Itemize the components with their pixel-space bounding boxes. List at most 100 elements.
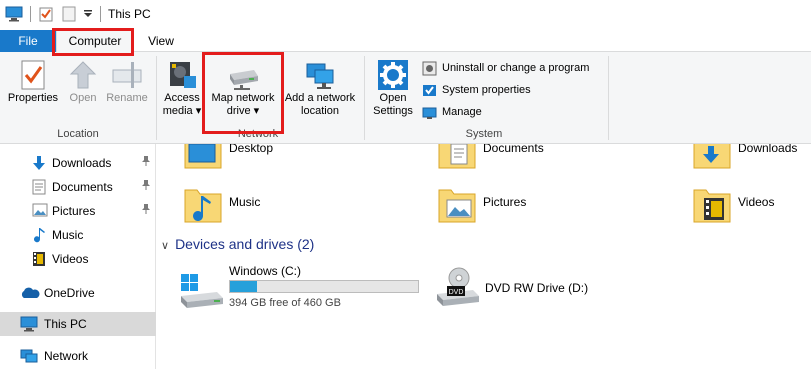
documents-icon [32,179,46,195]
nav-item-label: Documents [52,180,113,194]
cloud-icon [21,287,40,298]
customize-quick-access-icon[interactable] [84,10,92,18]
windows-drive-icon [181,274,223,308]
folder-videos[interactable]: Videos [692,182,811,230]
tab-computer[interactable]: Computer [56,30,134,53]
pictures-folder-icon [438,189,476,223]
collapse-chevron-icon[interactable]: ∨ [161,239,169,252]
nav-item-label: Music [52,228,84,242]
pin-icon[interactable] [141,203,151,215]
tab-view[interactable]: View [138,30,184,52]
folder-downloads[interactable]: Downloads [692,144,811,176]
navigation-pane: Downloads Documents Pictures Music Video… [0,144,156,369]
drive-usage-bar [229,280,419,293]
open-arrow-icon [69,61,97,89]
system-group-label: System [465,128,503,140]
drive-free-space: 394 GB free of 460 GB [229,297,341,309]
nav-item-label: Videos [52,252,89,266]
uninstall-label: Uninstall or change a program [442,62,590,74]
folder-label: Documents [483,144,544,155]
open-button[interactable]: Open [64,58,102,105]
computer-icon [20,316,38,332]
add-network-location-label-1: Add a network [284,92,356,104]
map-network-drive-button[interactable]: Map network drive ▾ [206,58,280,118]
ribbon-tabs: File Computer View [0,30,811,53]
nav-item-network[interactable]: Network [0,344,156,368]
open-settings-label-1: Open [379,92,407,104]
devices-section-header[interactable]: ∨ Devices and drives (2) [161,236,314,252]
documents-folder-icon [438,144,476,169]
network-drive-icon [230,70,258,90]
download-icon [33,156,45,170]
network-icon [20,349,38,363]
map-network-drive-label-2: drive ▾ [226,105,260,117]
folder-label: Downloads [738,144,798,155]
tab-file[interactable]: File [0,30,56,52]
music-folder-icon [184,189,222,223]
open-settings-label-2: Settings [373,105,413,117]
ribbon: Properties Open Rename Location Access m… [0,52,811,144]
rename-button[interactable]: Rename [104,58,150,105]
folder-label: Music [229,195,261,209]
location-group-label: Location [57,128,99,140]
manage-icon [422,107,437,119]
system-properties-label: System properties [442,84,531,96]
pin-icon[interactable] [141,179,151,191]
nav-item-pictures[interactable]: Pictures [0,199,156,223]
nav-item-videos[interactable]: Videos [0,247,156,271]
downloads-folder-icon [693,144,731,169]
folder-music[interactable]: Music [183,182,353,230]
properties-quick-icon[interactable] [38,6,54,22]
drive-usage-fill [230,281,257,292]
system-properties-icon [423,85,436,96]
folder-documents[interactable]: Documents [437,144,607,176]
dvd-drive-icon: DVD [437,267,479,306]
group-separator [608,56,609,140]
drive-d[interactable]: DVD DVD RW Drive (D:) [433,264,633,312]
nav-item-this-pc[interactable]: This PC [0,312,156,336]
gear-icon [378,60,408,90]
quick-access-separator [30,6,31,22]
uninstall-icon [422,61,437,76]
nav-item-label: Network [44,349,89,363]
nav-item-music[interactable]: Music [0,223,156,247]
system-properties-button[interactable]: System properties [422,82,542,100]
group-separator [156,56,157,140]
open-label: Open [69,92,97,104]
folder-desktop[interactable]: Desktop [183,144,353,176]
rename-label: Rename [106,92,148,104]
folder-pictures[interactable]: Pictures [437,182,607,230]
properties-label: Properties [7,92,59,104]
this-pc-icon[interactable] [5,6,23,22]
uninstall-program-button[interactable]: Uninstall or change a program [422,60,606,78]
add-network-location-icon [306,63,334,89]
window-title: This PC [108,7,151,21]
manage-button[interactable]: Manage [422,104,492,122]
folder-label: Pictures [483,195,527,209]
properties-button[interactable]: Properties [4,58,62,105]
folder-label: Desktop [229,144,274,155]
access-media-button[interactable]: Access media ▾ [160,58,204,118]
nav-item-label: Pictures [52,204,96,218]
nav-item-label: OneDrive [44,286,95,300]
videos-icon [33,252,45,266]
add-network-location-label-2: location [301,105,339,117]
drive-name: Windows (C:) [229,264,302,278]
rename-icon [112,62,142,88]
nav-item-documents[interactable]: Documents [0,175,156,199]
nav-item-label: This PC [44,317,87,331]
open-settings-button[interactable]: Open Settings [370,58,416,118]
drive-c[interactable]: Windows (C:) 394 GB free of 460 GB [177,264,427,312]
desktop-folder-icon [184,144,222,169]
nav-item-downloads[interactable]: Downloads [0,151,156,175]
videos-folder-icon [693,189,731,223]
pictures-icon [32,203,48,217]
group-separator [364,56,365,140]
svg-text:DVD: DVD [449,289,464,296]
add-network-location-button[interactable]: Add a network location [282,58,358,118]
new-folder-quick-icon[interactable] [62,6,76,22]
nav-item-onedrive[interactable]: OneDrive [0,281,156,305]
properties-icon [21,60,45,90]
pin-icon[interactable] [141,155,151,167]
title-separator [100,6,101,22]
